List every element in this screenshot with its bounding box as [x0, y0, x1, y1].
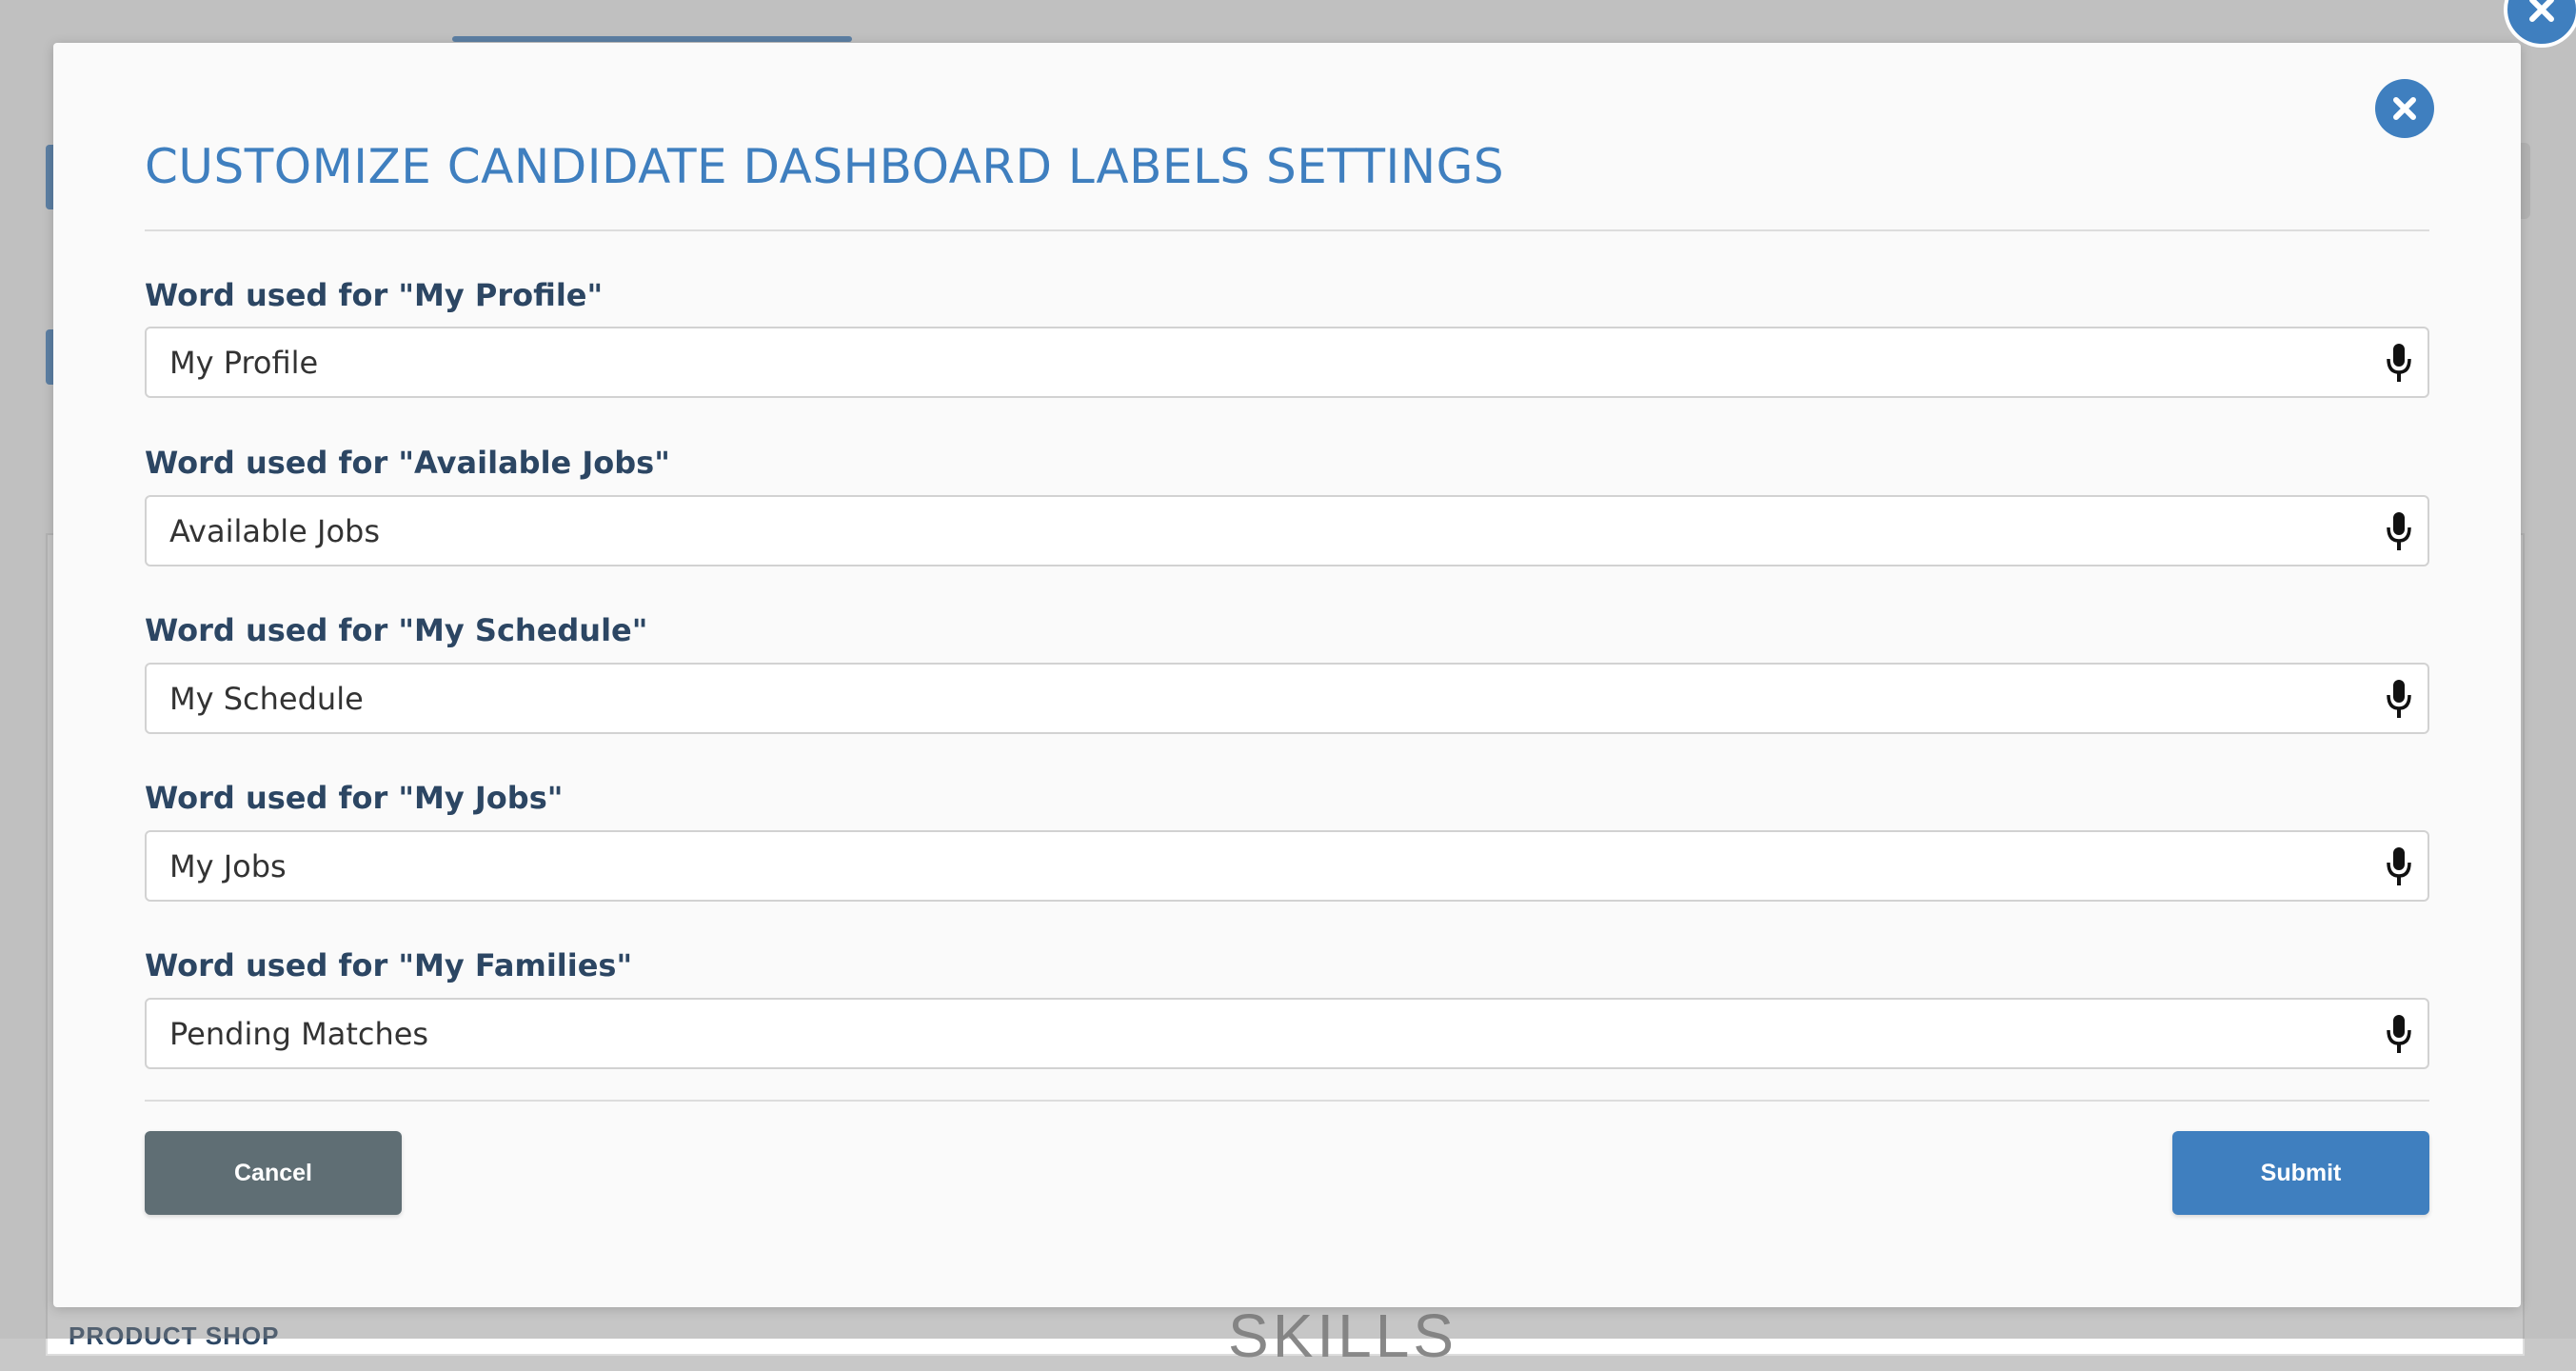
- close-icon[interactable]: [2375, 79, 2434, 138]
- my-profile-input[interactable]: [147, 328, 2370, 396]
- microphone-icon[interactable]: [2370, 328, 2427, 396]
- my-schedule-label: Word used for "My Schedule": [145, 612, 648, 648]
- my-schedule-input[interactable]: [147, 665, 2370, 732]
- my-profile-label: Word used for "My Profile": [145, 277, 604, 313]
- footer-divider: [145, 1100, 2429, 1102]
- microphone-icon[interactable]: [2370, 665, 2427, 732]
- my-families-field[interactable]: [145, 998, 2429, 1069]
- cancel-button[interactable]: Cancel: [145, 1131, 402, 1215]
- microphone-icon[interactable]: [2370, 832, 2427, 900]
- available-jobs-field[interactable]: [145, 495, 2429, 566]
- modal-title: CUSTOMIZE CANDIDATE DASHBOARD LABELS SET…: [145, 139, 1505, 194]
- my-families-input[interactable]: [147, 1000, 2370, 1067]
- microphone-icon[interactable]: [2370, 1000, 2427, 1067]
- microphone-icon[interactable]: [2370, 497, 2427, 565]
- my-jobs-label: Word used for "My Jobs": [145, 780, 564, 816]
- title-divider: [145, 229, 2429, 231]
- available-jobs-input[interactable]: [147, 497, 2370, 565]
- submit-button[interactable]: Submit: [2172, 1131, 2429, 1215]
- available-jobs-label: Word used for "Available Jobs": [145, 445, 670, 481]
- my-jobs-field[interactable]: [145, 830, 2429, 902]
- my-families-label: Word used for "My Families": [145, 947, 633, 984]
- my-profile-field[interactable]: [145, 327, 2429, 398]
- my-jobs-input[interactable]: [147, 832, 2370, 900]
- my-schedule-field[interactable]: [145, 663, 2429, 734]
